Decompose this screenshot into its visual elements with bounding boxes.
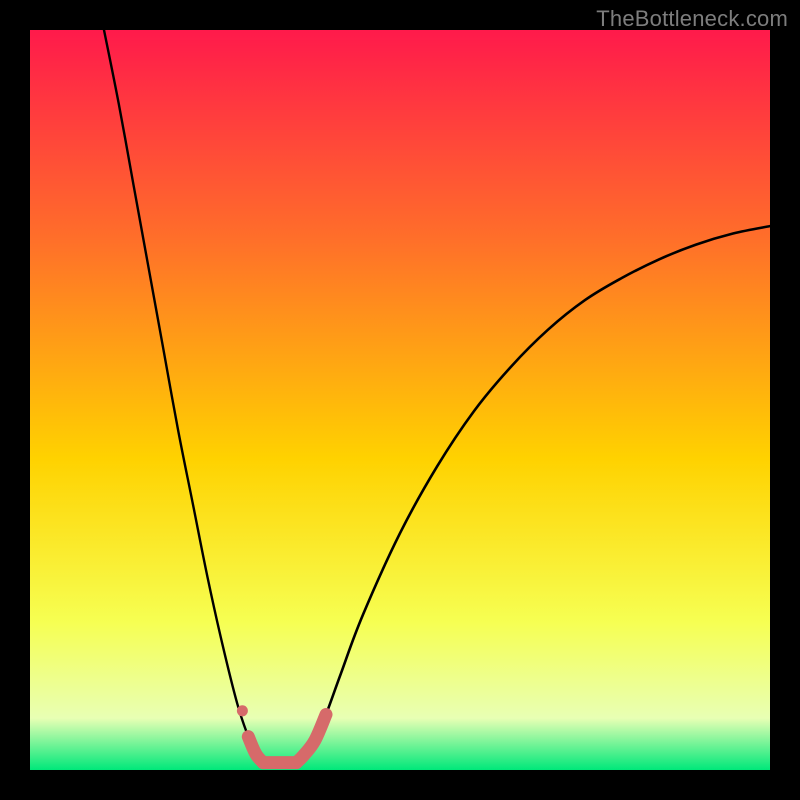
watermark-text: TheBottleneck.com	[596, 6, 788, 32]
chart-svg	[30, 30, 770, 770]
plot-area	[30, 30, 770, 770]
isolated-marker-dot	[237, 705, 248, 716]
gradient-background	[30, 30, 770, 770]
chart-frame: TheBottleneck.com	[0, 0, 800, 800]
